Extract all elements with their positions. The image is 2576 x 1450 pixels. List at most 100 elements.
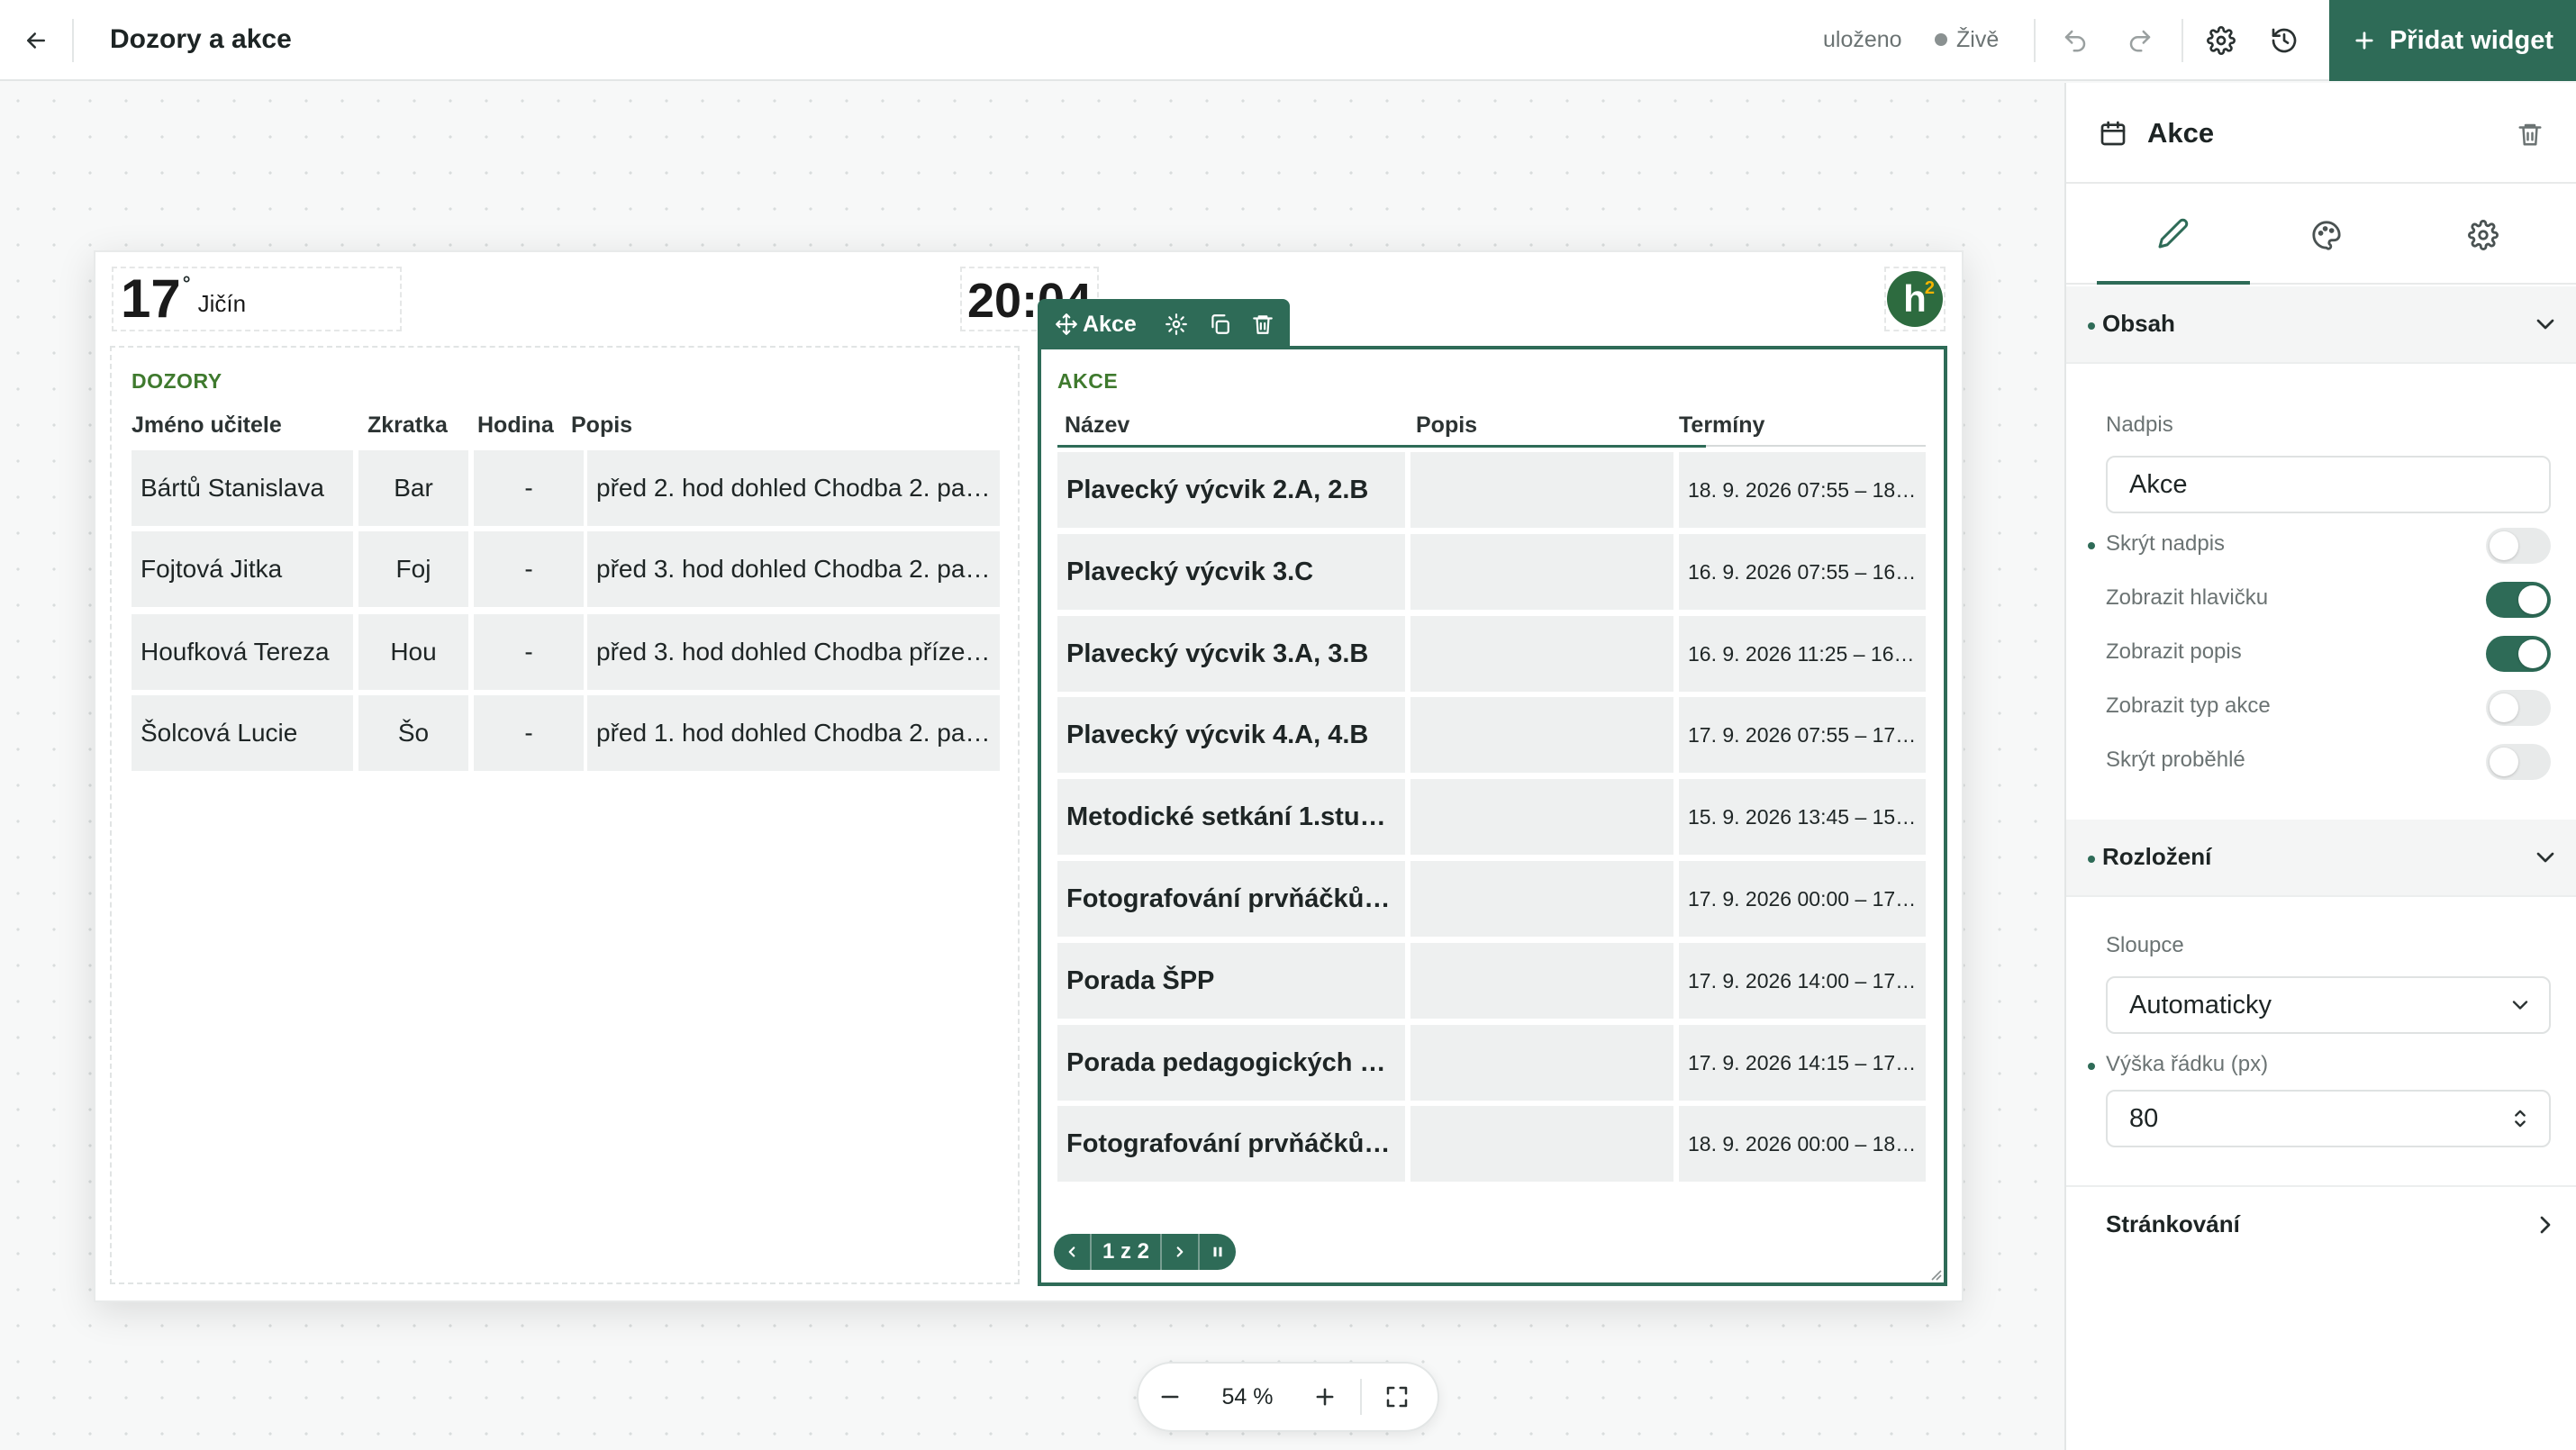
resize-handle-icon[interactable] — [1929, 1268, 1942, 1281]
table-cell: Fotografování prvňáčků 1.B — [1057, 1106, 1405, 1182]
table-cell: Fojtová Jitka — [132, 531, 353, 607]
logo-letter: h — [1903, 277, 1927, 320]
panel-header: Akce — [2066, 83, 2576, 184]
column-header: Název — [1065, 412, 1130, 438]
logo-superscript: 2 — [1924, 278, 1935, 298]
header-underline — [1057, 445, 1706, 448]
table-cell: - — [474, 614, 584, 690]
row-height-value: 80 — [2129, 1104, 2159, 1133]
move-icon — [1056, 313, 1077, 335]
hide-heading-toggle[interactable] — [2486, 528, 2551, 564]
table-cell — [1410, 943, 1673, 1019]
tab-content[interactable] — [2097, 186, 2250, 285]
minus-icon — [1161, 1395, 1179, 1399]
toggle-label: Zobrazit popis — [2106, 639, 2242, 664]
zoom-control: 54 % — [1137, 1362, 1439, 1432]
chevron-down-icon — [2512, 1001, 2528, 1010]
calendar-icon — [2100, 121, 2126, 146]
redo-button[interactable] — [2118, 19, 2162, 62]
table-cell: 17. 9. 2026 07:55 – 17. 9. 2026 — [1679, 697, 1926, 773]
weather-widget[interactable]: 17 ° Jičín — [112, 267, 402, 331]
table-cell: Šo — [358, 695, 468, 771]
zoom-in-button[interactable] — [1293, 1365, 1356, 1428]
tab-settings[interactable] — [2407, 186, 2560, 285]
pagination-control: 1 z 2 — [1054, 1234, 1237, 1270]
show-header-toggle[interactable] — [2486, 582, 2551, 618]
undo-button[interactable] — [2054, 19, 2097, 62]
duplicate-button[interactable] — [1203, 308, 1236, 340]
pause-button[interactable] — [1200, 1234, 1236, 1270]
fit-screen-button[interactable] — [1365, 1365, 1429, 1428]
tab-style[interactable] — [2250, 186, 2403, 285]
toggle-label: Zobrazit typ akce — [2106, 693, 2271, 718]
columns-select[interactable]: Automaticky — [2106, 976, 2551, 1034]
widget-settings-button[interactable] — [1160, 308, 1193, 340]
hide-past-toggle[interactable] — [2486, 744, 2551, 780]
section-layout-header[interactable]: Rozložení — [2066, 820, 2576, 897]
row-height-input[interactable]: 80 — [2106, 1090, 2551, 1147]
column-header: Popis — [571, 412, 633, 438]
section-title: Obsah — [2102, 310, 2175, 337]
prev-page-button[interactable] — [1054, 1234, 1090, 1270]
divider — [2034, 19, 2036, 62]
add-widget-label: Přidat widget — [2389, 25, 2554, 55]
modified-dot — [2088, 542, 2095, 549]
page-title: Dozory a akce — [110, 24, 292, 54]
table-cell: Porada ŠPP — [1057, 943, 1405, 1019]
school-logo: h 2 — [1887, 271, 1943, 327]
gear-icon — [1165, 313, 1187, 335]
panel-title: Akce — [2147, 117, 2215, 149]
table-cell — [1410, 697, 1673, 773]
toggle-label: Skrýt proběhlé — [2106, 748, 2245, 772]
settings-button[interactable] — [2200, 19, 2243, 62]
zoom-out-button[interactable] — [1138, 1365, 1202, 1428]
delete-widget-button[interactable] — [1247, 308, 1279, 340]
toggle-knob — [2490, 693, 2518, 722]
table-cell: Bar — [358, 450, 468, 526]
toggle-label: Zobrazit hlavičku — [2106, 585, 2269, 610]
table-cell: před 2. hod dohled Chodba 2. patro — [587, 450, 1000, 526]
logo-widget[interactable]: h 2 — [1884, 267, 1946, 331]
section-content-header[interactable]: Obsah — [2066, 286, 2576, 364]
gear-icon — [2468, 220, 2499, 250]
divider — [72, 19, 74, 62]
live-status[interactable]: Živě — [1935, 23, 1999, 56]
table-cell: Foj — [358, 531, 468, 607]
history-button[interactable] — [2263, 19, 2306, 62]
table-cell: 16. 9. 2026 07:55 – 16. 9. 2026 — [1679, 534, 1926, 610]
page-indicator: 1 z 2 — [1090, 1234, 1163, 1270]
column-header: Hodina — [477, 412, 554, 438]
section-paging-header[interactable]: Stránkování — [2066, 1187, 2576, 1264]
table-cell: Šolcová Lucie — [132, 695, 353, 771]
table-cell — [1410, 861, 1673, 937]
table-cell: 16. 9. 2026 11:25 – 16. 9. 2026 — [1679, 616, 1926, 692]
pencil-icon — [2158, 218, 2189, 249]
dozory-title: DOZORY — [132, 369, 222, 393]
columns-select-value: Automaticky — [2129, 991, 2272, 1020]
show-event-type-toggle[interactable] — [2486, 690, 2551, 726]
add-widget-button[interactable]: Přidat widget — [2329, 0, 2576, 81]
table-cell — [1410, 779, 1673, 855]
chevron-left-icon — [1068, 1246, 1075, 1257]
table-cell: před 3. hod dohled Chodba 2. patro — [587, 531, 1000, 607]
undo-icon — [2064, 30, 2086, 52]
modified-dot — [2088, 856, 2095, 863]
column-header: Termíny — [1679, 412, 1765, 438]
trash-icon[interactable] — [2517, 121, 2544, 148]
move-button[interactable] — [1050, 308, 1083, 340]
table-cell: před 3. hod dohled Chodba přízemí — [587, 614, 1000, 690]
table-cell — [1410, 1025, 1673, 1101]
table-cell: - — [474, 450, 584, 526]
live-label: Živě — [1956, 27, 2000, 52]
degree-symbol: ° — [182, 272, 191, 295]
table-cell: 18. 9. 2026 07:55 – 18. 9. 2026 — [1679, 452, 1926, 528]
top-bar: Dozory a akce uloženo Živě Přidat widget — [0, 0, 2576, 81]
show-description-toggle[interactable] — [2486, 636, 2551, 672]
heading-input[interactable]: Akce — [2106, 456, 2551, 513]
stepper-icon[interactable] — [2508, 1106, 2533, 1131]
back-button[interactable] — [14, 19, 58, 62]
table-cell: Porada pedagogických pracovníků — [1057, 1025, 1405, 1101]
table-cell: Fotografování prvňáčků 1.A — [1057, 861, 1405, 937]
modified-dot — [2088, 1063, 2095, 1070]
next-page-button[interactable] — [1162, 1234, 1198, 1270]
